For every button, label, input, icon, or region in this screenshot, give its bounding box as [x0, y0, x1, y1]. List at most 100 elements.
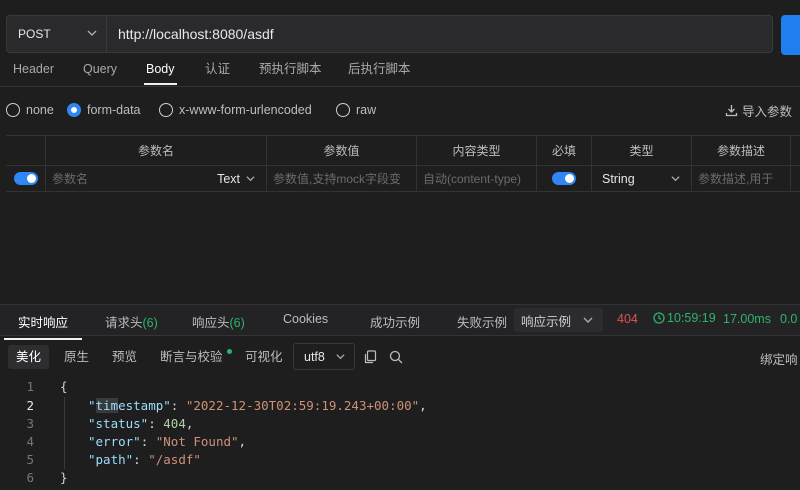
- header-required: 必填: [537, 136, 592, 165]
- json-string: "Not Found": [155, 434, 239, 449]
- status-dot: [226, 349, 232, 354]
- response-example-select[interactable]: 响应示例: [514, 308, 603, 332]
- view-label: 断言与校验: [160, 350, 223, 364]
- url-text: http://localhost:8080/asdf: [118, 26, 274, 42]
- chevron-down-icon: [87, 30, 97, 36]
- tab-pre-script[interactable]: 预执行脚本: [259, 58, 322, 84]
- tab-realtime-response[interactable]: 实时响应: [3, 312, 83, 340]
- radio-label: x-www-form-urlencoded: [179, 103, 312, 117]
- encoding-select[interactable]: utf8: [293, 343, 355, 370]
- type-select[interactable]: String: [592, 166, 692, 191]
- view-preview[interactable]: 预览: [104, 345, 145, 369]
- code-line: }: [60, 470, 68, 485]
- content-type-input[interactable]: 自动(content-type): [417, 170, 521, 187]
- param-name-input[interactable]: 参数名: [46, 170, 88, 187]
- tab-post-script[interactable]: 后执行脚本: [348, 58, 411, 84]
- encoding-label: utf8: [304, 349, 325, 364]
- json-key: "path": [88, 452, 134, 467]
- param-value-input[interactable]: 参数值,支持mock字段变: [267, 170, 401, 187]
- json-string: "2022-12-30T02:59:19.243+00:00": [185, 398, 420, 413]
- view-raw[interactable]: 原生: [56, 345, 97, 369]
- chevron-down-icon: [671, 176, 680, 182]
- header-type: 类型: [592, 136, 692, 165]
- content-type-cell[interactable]: 自动(content-type): [417, 166, 537, 191]
- status-code: 404: [617, 312, 638, 326]
- line-number: 5: [26, 452, 34, 467]
- header-param-value: 参数值: [267, 136, 417, 165]
- tab-auth[interactable]: 认证: [205, 58, 230, 84]
- tab-fail-example[interactable]: 失败示例: [457, 312, 507, 331]
- code-line: {: [60, 379, 68, 394]
- send-button[interactable]: [781, 15, 800, 55]
- view-assertions[interactable]: 断言与校验: [152, 345, 232, 369]
- radio-label: none: [26, 103, 54, 117]
- json-string: "/asdf": [148, 452, 201, 467]
- radio-raw[interactable]: raw: [336, 103, 376, 117]
- view-visualize[interactable]: 可视化: [237, 345, 291, 369]
- url-input[interactable]: http://localhost:8080/asdf: [106, 15, 773, 53]
- required-cell: [537, 166, 592, 191]
- json-key: "status": [88, 416, 149, 431]
- bind-response-button[interactable]: 绑定响: [760, 349, 798, 368]
- line-number: 1: [26, 379, 34, 394]
- import-params-button[interactable]: 导入参数: [725, 101, 792, 120]
- method-label: POST: [18, 27, 51, 41]
- radio-circle: [159, 103, 173, 117]
- code-line: "timestamp": "2022-12-30T02:59:19.243+00…: [88, 398, 427, 413]
- tab-response-headers[interactable]: 响应头(6): [192, 312, 245, 331]
- type-label: String: [602, 171, 635, 186]
- required-toggle[interactable]: [552, 172, 576, 185]
- json-number: 404: [163, 416, 186, 431]
- clock-icon: [653, 312, 665, 324]
- param-type-label: Text: [217, 171, 240, 186]
- header-content-type: 内容类型: [417, 136, 537, 165]
- description-cell[interactable]: 参数描述,用于: [692, 166, 791, 191]
- line-number: 2: [26, 398, 34, 413]
- tab-query[interactable]: Query: [83, 58, 117, 84]
- header-param-name: 参数名: [46, 136, 267, 165]
- radio-none[interactable]: none: [6, 103, 54, 117]
- copy-icon[interactable]: [364, 350, 377, 364]
- tab-request-headers[interactable]: 请求头(6): [105, 312, 158, 331]
- param-name-cell[interactable]: 参数名 Text: [46, 166, 267, 191]
- tab-body[interactable]: Body: [144, 58, 176, 85]
- tab-success-example[interactable]: 成功示例: [370, 312, 420, 331]
- json-key: ": [88, 398, 96, 413]
- json-key: estamp": [118, 398, 171, 413]
- table-row: 参数名 Text 参数值,支持mock字段变 自动(content-type) …: [6, 166, 800, 191]
- line-number: 4: [26, 434, 34, 449]
- chevron-down-icon: [246, 176, 255, 182]
- tab-cookies[interactable]: Cookies: [283, 312, 328, 326]
- view-pretty[interactable]: 美化: [8, 345, 50, 369]
- code-line: "path": "/asdf": [88, 452, 201, 467]
- radio-urlencoded[interactable]: x-www-form-urlencoded: [159, 103, 312, 117]
- response-size: 0.0: [780, 312, 798, 326]
- tab-header[interactable]: Header: [13, 58, 54, 84]
- chevron-down-icon: [583, 317, 593, 323]
- radio-circle-selected: [67, 103, 81, 117]
- method-select[interactable]: POST: [6, 15, 106, 53]
- header-cell-toggle: [6, 136, 46, 165]
- indent-guide: [64, 397, 65, 469]
- response-time: 10:59:19: [653, 311, 716, 325]
- search-icon[interactable]: [389, 350, 403, 364]
- row-enable-cell: [6, 166, 46, 191]
- radio-circle: [336, 103, 350, 117]
- count-badge: (6): [229, 316, 245, 330]
- param-value-cell[interactable]: 参数值,支持mock字段变: [267, 166, 417, 191]
- row-enable-toggle[interactable]: [13, 172, 38, 185]
- json-key-highlight: tim: [95, 398, 119, 413]
- example-select-label: 响应示例: [521, 314, 572, 329]
- import-label: 导入参数: [741, 105, 792, 119]
- import-icon: [725, 105, 738, 117]
- header-description: 参数描述: [692, 136, 791, 165]
- chevron-down-icon: [336, 354, 345, 360]
- param-type-select[interactable]: Text: [217, 172, 256, 186]
- description-input[interactable]: 参数描述,用于: [692, 170, 773, 187]
- time-value: 10:59:19: [667, 311, 716, 325]
- count-badge: (6): [142, 316, 158, 330]
- code-line: "status": 404,: [88, 416, 194, 431]
- params-table: 参数名 参数值 内容类型 必填 类型 参数描述 参数名 Text 参数值,支持m…: [6, 135, 800, 192]
- line-number: 3: [26, 416, 34, 431]
- radio-form-data[interactable]: form-data: [67, 103, 141, 117]
